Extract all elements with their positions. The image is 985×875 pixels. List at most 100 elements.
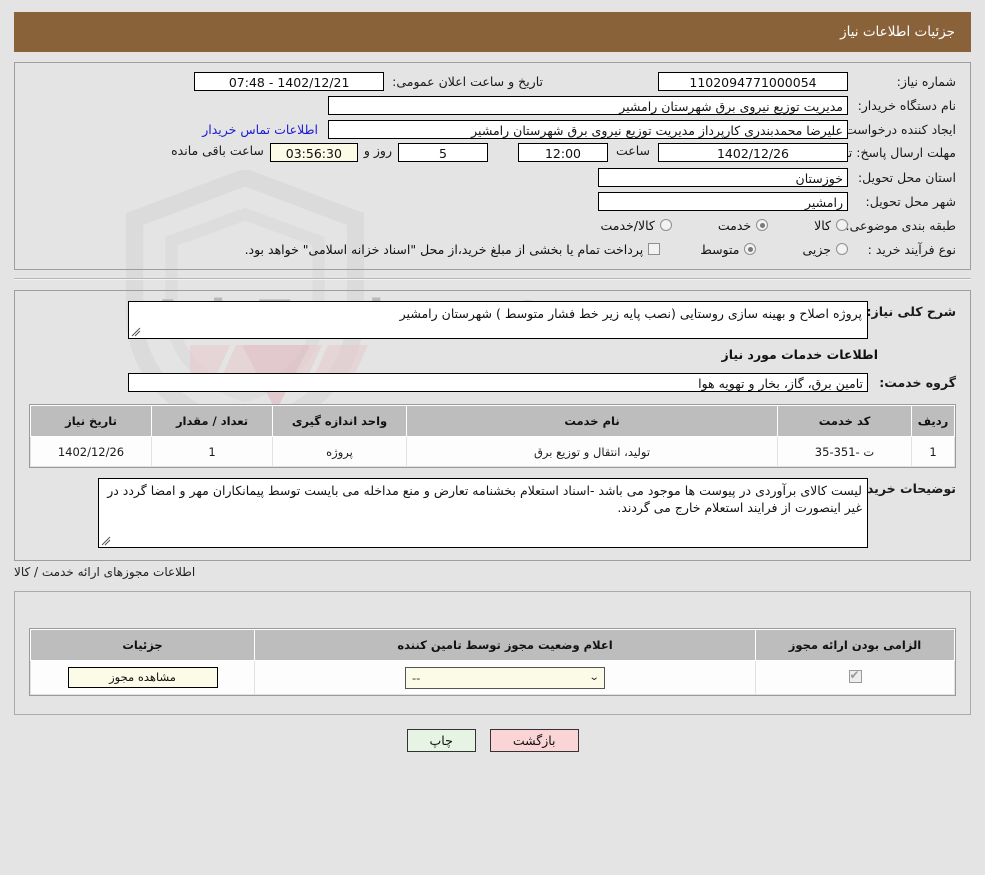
process-option-label: متوسط xyxy=(700,242,739,257)
deadline-date: 1402/12/26 xyxy=(658,143,848,162)
category-option-label: کالا xyxy=(814,218,831,233)
permits-section-title: اطلاعات مجوزهای ارائه خدمت / کالا xyxy=(14,561,971,581)
services-table-wrapper: ردیف کد خدمت نام خدمت واحد اندازه گیری ت… xyxy=(29,404,956,468)
radio-icon[interactable] xyxy=(660,219,672,231)
checkbox-icon[interactable] xyxy=(648,243,660,255)
city-label: شهر محل تحویل: xyxy=(848,194,956,209)
print-button[interactable]: چاپ xyxy=(407,729,476,752)
deadline-label: مهلت ارسال پاسخ: تا تاریخ: xyxy=(848,143,956,160)
category-label: طبقه بندی موضوعی: xyxy=(848,218,956,233)
category-option-label: کالا/خدمت xyxy=(600,218,654,233)
radio-icon[interactable] xyxy=(836,219,848,231)
description-value[interactable]: پروژه اصلاح و بهینه سازی روستایی (نصب پا… xyxy=(128,301,868,339)
process-option-jozi[interactable]: جزیی xyxy=(802,242,848,257)
table-header-row: الزامی بودن ارائه مجوز اعلام وضعیت مجوز … xyxy=(31,630,955,661)
col-permit-required: الزامی بودن ارائه مجوز xyxy=(756,630,955,661)
col-permit-status: اعلام وضعیت مجوز توسط تامین کننده xyxy=(255,630,756,661)
category-radio-group: کالا خدمت کالا/خدمت xyxy=(600,218,848,233)
cell-service-name: تولید، انتقال و توزیع برق xyxy=(407,437,778,467)
process-option-label: جزیی xyxy=(802,242,831,257)
table-header-row: ردیف کد خدمت نام خدمت واحد اندازه گیری ت… xyxy=(31,406,955,437)
cell-row-no: 1 xyxy=(912,437,955,467)
row-need-number: شماره نیاز: 1102094771000054 تاریخ و ساع… xyxy=(15,69,970,93)
cell-permit-status: ⌄ -- xyxy=(255,661,756,695)
description-text: پروژه اصلاح و بهینه سازی روستایی (نصب پا… xyxy=(400,306,862,321)
service-group-value: تامین برق، گاز، بخار و تهویه هوا xyxy=(128,373,868,392)
radio-icon[interactable] xyxy=(836,243,848,255)
description-label: شرح کلی نیاز: xyxy=(868,301,956,319)
divider xyxy=(14,278,971,280)
col-need-date: تاریخ نیاز xyxy=(31,406,152,437)
row-process: نوع فرآیند خرید : جزیی متوسط پرداخت تمام… xyxy=(15,237,970,261)
services-section-title: اطلاعات خدمات مورد نیاز xyxy=(15,341,892,364)
row-service-group: گروه خدمت: تامین برق، گاز، بخار و تهویه … xyxy=(15,370,970,394)
remaining-days: 5 xyxy=(398,143,488,162)
services-table: ردیف کد خدمت نام خدمت واحد اندازه گیری ت… xyxy=(30,405,955,467)
col-unit: واحد اندازه گیری xyxy=(273,406,407,437)
remaining-days-label: روز و xyxy=(364,143,392,158)
permit-status-value: -- xyxy=(412,668,590,688)
permits-table: الزامی بودن ارائه مجوز اعلام وضعیت مجوز … xyxy=(30,629,955,695)
cell-quantity: 1 xyxy=(152,437,273,467)
need-info-panel: شماره نیاز: 1102094771000054 تاریخ و ساع… xyxy=(14,62,971,270)
need-number-label: شماره نیاز: xyxy=(848,74,956,89)
permits-table-wrapper: الزامی بودن ارائه مجوز اعلام وضعیت مجوز … xyxy=(29,628,956,696)
chevron-down-icon: ⌄ xyxy=(588,668,599,688)
deadline-time-label: ساعت xyxy=(616,143,650,158)
buyer-notes-value[interactable]: لیست کالای برآوردی در پیوست ها موجود می … xyxy=(98,478,868,548)
buyer-org-value: مدیریت توزیع نیروی برق شهرستان رامشیر xyxy=(328,96,848,115)
deadline-time: 12:00 xyxy=(518,143,608,162)
announce-value: 1402/12/21 - 07:48 xyxy=(194,72,384,91)
buyer-org-label: نام دستگاه خریدار: xyxy=(848,98,956,113)
row-category: طبقه بندی موضوعی: کالا خدمت کالا/خدمت xyxy=(15,213,970,237)
view-permit-button[interactable]: مشاهده مجوز xyxy=(68,667,218,688)
resize-grip-icon xyxy=(131,327,141,337)
remaining-clock: 03:56:30 xyxy=(270,143,358,162)
treasury-checkbox-item[interactable]: پرداخت تمام یا بخشی از مبلغ خرید،از محل … xyxy=(245,242,661,257)
process-option-motavaset[interactable]: متوسط xyxy=(700,242,756,257)
cell-permit-details: مشاهده مجوز xyxy=(31,661,255,695)
need-number-value: 1102094771000054 xyxy=(658,72,848,91)
row-description: شرح کلی نیاز: پروژه اصلاح و بهینه سازی ر… xyxy=(15,299,970,341)
announce-label: تاریخ و ساعت اعلان عمومی: xyxy=(392,74,543,89)
cell-service-code: ت -351-35 xyxy=(778,437,912,467)
col-quantity: تعداد / مقدار xyxy=(152,406,273,437)
checkbox-checked-icon xyxy=(849,670,862,683)
province-label: استان محل تحویل: xyxy=(848,170,956,185)
row-province: استان محل تحویل: خوزستان xyxy=(15,165,970,189)
category-option-label: خدمت xyxy=(718,218,751,233)
radio-icon[interactable] xyxy=(756,219,768,231)
buyer-notes-text: لیست کالای برآوردی در پیوست ها موجود می … xyxy=(107,483,862,515)
category-option-kala[interactable]: کالا xyxy=(814,218,848,233)
page-title-bar: جزئیات اطلاعات نیاز xyxy=(14,12,971,52)
table-row: 1 ت -351-35 تولید، انتقال و توزیع برق پر… xyxy=(31,437,955,467)
creator-label: ایجاد کننده درخواست: xyxy=(848,122,956,137)
radio-icon[interactable] xyxy=(744,243,756,255)
cell-need-date: 1402/12/26 xyxy=(31,437,152,467)
col-row-no: ردیف xyxy=(912,406,955,437)
services-panel: شرح کلی نیاز: پروژه اصلاح و بهینه سازی ر… xyxy=(14,290,971,561)
process-label: نوع فرآیند خرید : xyxy=(848,242,956,257)
remaining-clock-label: ساعت باقی مانده xyxy=(171,143,264,158)
province-value: خوزستان xyxy=(598,168,848,187)
permits-panel: الزامی بودن ارائه مجوز اعلام وضعیت مجوز … xyxy=(14,591,971,715)
table-row: ⌄ -- مشاهده مجوز xyxy=(31,661,955,695)
row-deadline: مهلت ارسال پاسخ: تا تاریخ: 1402/12/26 سا… xyxy=(15,141,970,165)
footer-button-bar: بازگشت چاپ xyxy=(0,729,985,752)
buyer-notes-label: توضیحات خریدار: xyxy=(868,478,956,496)
cell-unit: پروژه xyxy=(273,437,407,467)
service-group-label: گروه خدمت: xyxy=(868,375,956,390)
resize-grip-icon xyxy=(101,536,111,546)
page-title: جزئیات اطلاعات نیاز xyxy=(840,24,955,40)
cell-permit-required xyxy=(756,661,955,695)
back-button[interactable]: بازگشت xyxy=(490,729,579,752)
category-option-kala-khedmat[interactable]: کالا/خدمت xyxy=(600,218,671,233)
city-value: رامشیر xyxy=(598,192,848,211)
category-option-khedmat[interactable]: خدمت xyxy=(718,218,768,233)
buyer-contact-link[interactable]: اطلاعات تماس خریدار xyxy=(202,122,318,137)
row-creator: ایجاد کننده درخواست: علیرضا محمدبندری کا… xyxy=(15,117,970,141)
process-radio-group: جزیی متوسط xyxy=(700,242,848,257)
row-buyer-org: نام دستگاه خریدار: مدیریت توزیع نیروی بر… xyxy=(15,93,970,117)
permit-status-select[interactable]: ⌄ -- xyxy=(405,667,605,689)
row-city: شهر محل تحویل: رامشیر xyxy=(15,189,970,213)
